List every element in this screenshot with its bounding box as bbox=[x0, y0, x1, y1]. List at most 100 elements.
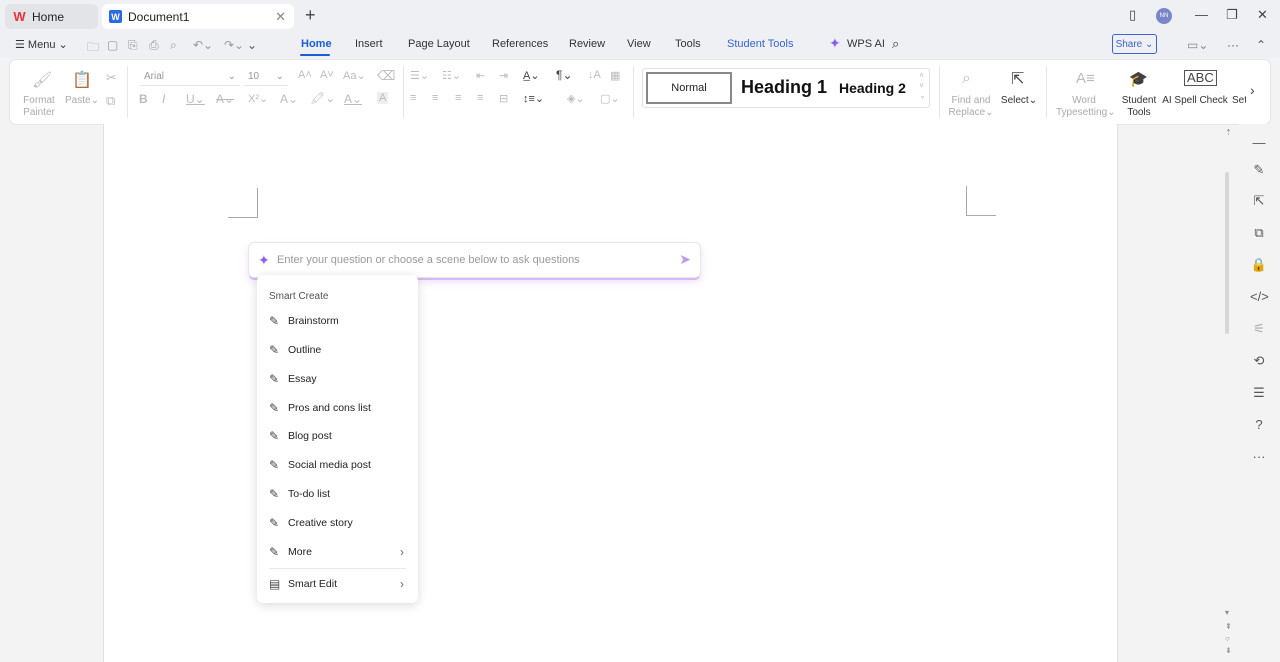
ai-question-input[interactable] bbox=[277, 251, 667, 269]
outline-icon[interactable]: ☰ bbox=[1250, 384, 1268, 402]
settings-button[interactable]: Set bbox=[1232, 95, 1246, 107]
send-icon[interactable]: ➤ bbox=[679, 251, 691, 268]
comment-icon[interactable]: ▭⌄ bbox=[1187, 38, 1208, 52]
new-tab-button[interactable]: + bbox=[305, 6, 316, 24]
more-panel-icon[interactable]: ··· bbox=[1250, 448, 1268, 466]
ribbon-scroll-right-icon[interactable]: › bbox=[1250, 82, 1255, 98]
menu-item-blog-post[interactable]: ✎ Blog post bbox=[257, 423, 418, 449]
text-effect-icon[interactable]: A⌄ bbox=[280, 92, 298, 106]
collapse-panel-icon[interactable]: — bbox=[1250, 134, 1268, 152]
style-heading-2[interactable]: Heading 2 bbox=[839, 80, 906, 96]
tab-review[interactable]: Review bbox=[569, 38, 605, 50]
next-page-icon[interactable]: ⇟ bbox=[1225, 646, 1232, 655]
font-name-select[interactable]: Arial ⌄ bbox=[140, 68, 240, 86]
more-quick-access-icon[interactable]: ⌄ bbox=[247, 38, 257, 52]
tab-home-ribbon[interactable]: Home bbox=[301, 38, 332, 50]
decrease-font-icon[interactable]: A˅ bbox=[320, 69, 334, 81]
menu-item-social-media-post[interactable]: ✎ Social media post bbox=[257, 452, 418, 478]
scroll-up-icon[interactable]: ⇡ bbox=[1225, 128, 1232, 137]
wps-ai-button[interactable]: WPS AI bbox=[847, 38, 885, 50]
menu-item-brainstorm[interactable]: ✎ Brainstorm bbox=[257, 308, 418, 334]
menu-item-more[interactable]: ✎ More › bbox=[257, 539, 418, 565]
select-button[interactable]: Select⌄ bbox=[999, 95, 1039, 107]
decrease-indent-icon[interactable]: ⇤ bbox=[476, 69, 485, 82]
adjust-icon[interactable]: ⚟ bbox=[1250, 320, 1268, 338]
save-icon[interactable]: ▢ bbox=[107, 38, 118, 52]
menu-item-pros-cons[interactable]: ✎ Pros and cons list bbox=[257, 395, 418, 421]
tab-tools[interactable]: Tools bbox=[675, 38, 701, 50]
export-icon[interactable]: ⎘ bbox=[128, 38, 138, 53]
tab-page-layout[interactable]: Page Layout bbox=[408, 38, 470, 50]
menu-item-essay[interactable]: ✎ Essay bbox=[257, 366, 418, 392]
main-menu-button[interactable]: ☰ Menu ⌄ bbox=[15, 38, 68, 51]
numbering-icon[interactable]: ☷⌄ bbox=[442, 69, 461, 82]
lock-icon[interactable]: 🔒 bbox=[1250, 256, 1268, 274]
menu-item-smart-edit[interactable]: ▤ Smart Edit › bbox=[257, 571, 418, 597]
style-normal[interactable]: Normal bbox=[646, 72, 732, 104]
superscript-icon[interactable]: X²⌄ bbox=[248, 92, 268, 105]
clear-format-icon[interactable]: ⌫ bbox=[377, 68, 395, 84]
align-left-icon[interactable]: ≡ bbox=[410, 92, 416, 104]
italic-icon[interactable]: I bbox=[162, 92, 165, 106]
menu-item-creative-story[interactable]: ✎ Creative story bbox=[257, 510, 418, 536]
sort-icon[interactable]: ↓A bbox=[588, 69, 601, 81]
paragraph-marks-icon[interactable]: ¶⌄ bbox=[556, 68, 573, 82]
redo-icon[interactable]: ↷⌄ bbox=[224, 38, 244, 52]
tab-references[interactable]: References bbox=[492, 38, 548, 50]
student-tools-button[interactable]: Student Tools bbox=[1120, 95, 1158, 119]
distribute-icon[interactable]: ⊟ bbox=[499, 92, 508, 105]
select-browse-icon[interactable]: ○ bbox=[1225, 634, 1230, 643]
restore-icon[interactable]: ❐ bbox=[1226, 7, 1238, 23]
prev-page-icon[interactable]: ⇞ bbox=[1225, 622, 1232, 631]
cut-icon[interactable]: ✂ bbox=[106, 70, 117, 86]
avatar[interactable]: NN bbox=[1156, 8, 1172, 24]
align-right-icon[interactable]: ≡ bbox=[455, 92, 461, 104]
font-color-icon[interactable]: A⌄ bbox=[344, 92, 362, 106]
menu-item-todo-list[interactable]: ✎ To-do list bbox=[257, 481, 418, 507]
tab-view[interactable]: View bbox=[627, 38, 651, 50]
history-icon[interactable]: ⟲ bbox=[1250, 352, 1268, 370]
undo-icon[interactable]: ↶⌄ bbox=[193, 38, 213, 52]
open-icon[interactable]: 🗀 bbox=[87, 38, 99, 59]
tab-home[interactable]: W Home bbox=[5, 4, 98, 29]
scroll-thumb[interactable] bbox=[1225, 172, 1229, 334]
line-spacing-icon[interactable]: ↕≡⌄ bbox=[523, 92, 544, 105]
paste-button[interactable]: Paste⌄ bbox=[64, 95, 100, 107]
text-direction-icon[interactable]: A̲⌄ bbox=[523, 69, 540, 82]
transform-icon[interactable]: ⧉ bbox=[1250, 224, 1268, 242]
document-page[interactable] bbox=[103, 124, 1118, 662]
code-icon[interactable]: </> bbox=[1250, 288, 1269, 306]
strikethrough-icon[interactable]: A⌄ bbox=[216, 92, 234, 106]
close-tab-icon[interactable]: ✕ bbox=[275, 9, 286, 25]
pen-icon[interactable]: ✎ bbox=[1250, 161, 1268, 179]
select-pointer-icon[interactable]: ⇱ bbox=[1250, 192, 1268, 210]
share-button[interactable]: Share ⌄ bbox=[1112, 34, 1157, 54]
highlight-icon[interactable]: 🖍⌄ bbox=[310, 91, 335, 105]
menu-item-outline[interactable]: ✎ Outline bbox=[257, 337, 418, 363]
reading-mode-icon[interactable]: ▯ bbox=[1129, 7, 1136, 23]
tab-insert[interactable]: Insert bbox=[355, 38, 383, 50]
more-options-icon[interactable]: ··· bbox=[1227, 38, 1239, 52]
increase-indent-icon[interactable]: ⇥ bbox=[499, 69, 508, 82]
character-shading-icon[interactable]: A bbox=[377, 92, 389, 104]
minimize-icon[interactable]: — bbox=[1195, 7, 1208, 22]
borders-icon[interactable]: ▢⌄ bbox=[600, 92, 620, 105]
collapse-ribbon-icon[interactable]: ⌃ bbox=[1256, 38, 1266, 52]
print-preview-icon[interactable]: ⌕ bbox=[170, 38, 177, 53]
shading-icon[interactable]: ◈⌄ bbox=[567, 92, 585, 105]
close-window-icon[interactable]: ✕ bbox=[1257, 7, 1268, 23]
print-icon[interactable]: ⎙ bbox=[149, 38, 159, 53]
help-icon[interactable]: ? bbox=[1250, 416, 1268, 434]
ai-spell-check-button[interactable]: AI Spell Check bbox=[1162, 95, 1228, 107]
align-center-icon[interactable]: ≡ bbox=[432, 92, 438, 104]
word-typesetting-button[interactable]: Word Typesetting⌄ bbox=[1056, 95, 1116, 119]
table-icon[interactable]: ▦ bbox=[610, 69, 620, 82]
vertical-scrollbar[interactable]: ⇡ ▾ ⇞ ○ ⇟ bbox=[1218, 124, 1236, 662]
search-icon[interactable]: ⌕ bbox=[892, 36, 899, 52]
justify-icon[interactable]: ≡ bbox=[477, 92, 483, 104]
format-painter-button[interactable]: Format Painter bbox=[18, 95, 60, 119]
style-heading-1[interactable]: Heading 1 bbox=[741, 77, 827, 98]
find-replace-button[interactable]: Find and Replace⌄ bbox=[948, 95, 994, 119]
change-case-icon[interactable]: Aa⌄ bbox=[343, 69, 366, 82]
bullets-icon[interactable]: ☰⌄ bbox=[410, 69, 429, 82]
